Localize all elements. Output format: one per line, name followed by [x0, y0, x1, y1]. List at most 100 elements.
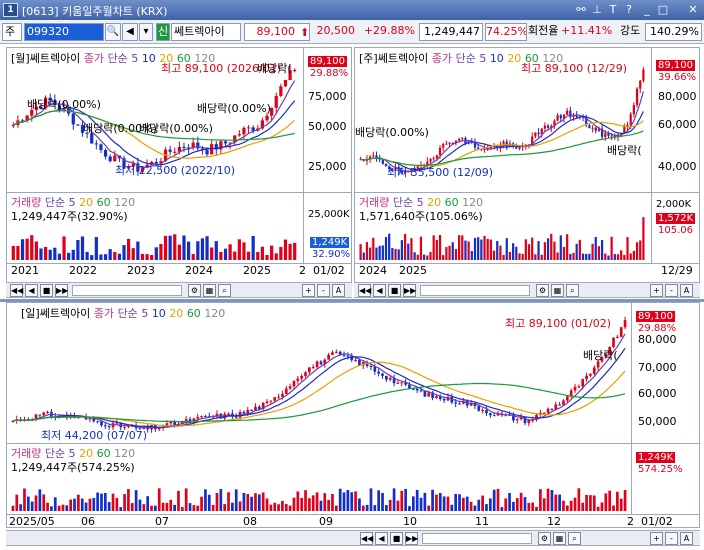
volume-bar [130, 503, 134, 511]
weekly-zoom-in-button[interactable]: + [650, 284, 663, 297]
candle-body [100, 421, 103, 426]
volume-bar [457, 235, 461, 260]
monthly-scroll-prev-button[interactable]: ◀ [25, 284, 38, 297]
volume-bar [462, 497, 465, 511]
volume-bar [71, 249, 75, 260]
volume-bar [519, 492, 523, 511]
weekly-scroll-next-button[interactable]: ▶▶ [403, 284, 416, 297]
volume-bar [639, 240, 642, 260]
daily-scrollbar[interactable] [422, 533, 532, 544]
candle-body [629, 114, 632, 125]
volume-bar [342, 492, 346, 511]
daily-ma20: 20 [169, 307, 184, 320]
volume-bar [577, 488, 581, 511]
weekly-gear-icon[interactable]: ⚙ [536, 284, 549, 297]
volume-bar [293, 242, 297, 260]
daily-chart-canvas[interactable] [7, 303, 700, 528]
candle-body [300, 375, 304, 379]
help-icon[interactable]: ? [622, 2, 636, 17]
weekly-scrollbar[interactable] [420, 285, 530, 296]
volume-bar [426, 255, 429, 260]
daily-zoom-in-button[interactable]: + [650, 532, 663, 545]
volume-bar [512, 501, 515, 511]
candle-body [558, 404, 561, 406]
weekly-scroll-first-button[interactable]: ◀◀ [358, 284, 371, 297]
daily-stop-button[interactable]: ■ [390, 532, 403, 545]
volume-bar [575, 243, 578, 260]
volume-bar [626, 237, 629, 260]
monthly-scroll-first-button[interactable]: ◀◀ [10, 284, 23, 297]
monthly-zoom-in-button[interactable]: + [302, 284, 315, 297]
daily-scroll-first-button[interactable]: ◀◀ [360, 532, 373, 545]
volume-bar [34, 241, 38, 260]
monthly-chart-icon[interactable]: ▦ [203, 284, 216, 297]
volume-bar [581, 253, 585, 260]
monthly-vol-rate: 32.90% [312, 249, 351, 260]
volume-bar [515, 498, 519, 511]
pin-icon[interactable]: ⊥ [590, 2, 604, 17]
daily-scroll-prev-button[interactable]: ◀ [375, 532, 388, 545]
candle-body [385, 375, 388, 380]
candle-body [284, 388, 288, 395]
search-icon[interactable]: 🔍 [105, 23, 121, 41]
volume-bar [61, 504, 65, 511]
monthly-ma10: 10 [141, 52, 156, 65]
link-icon[interactable]: ⚯ [574, 2, 588, 17]
speaker-icon[interactable]: ◀ [122, 23, 138, 41]
weekly-price-box: 89,100 [656, 60, 695, 71]
volume-bar [423, 492, 427, 511]
monthly-dividend-3: 배당락(0.00%) [139, 122, 213, 135]
monthly-xtick-2025: 2025 [243, 264, 271, 277]
weekly-zoom-out-button[interactable]: - [665, 284, 678, 297]
weekly-chart-icon[interactable]: ▦ [551, 284, 564, 297]
daily-ytick-50000: 50,000 [638, 415, 677, 428]
volume-bar [588, 253, 591, 260]
monthly-stop-button[interactable]: ■ [40, 284, 53, 297]
daily-search-icon[interactable]: ⌕ [568, 532, 581, 545]
weekly-scroll-prev-button[interactable]: ◀ [373, 284, 386, 297]
daily-auto-button[interactable]: A [680, 532, 693, 545]
volume-bar [527, 502, 531, 511]
volume-bar [531, 237, 534, 260]
candle-body [227, 413, 230, 415]
weekly-auto-button[interactable]: A [680, 284, 693, 297]
volume-bar [103, 254, 108, 260]
weekly-search-icon[interactable]: ⌕ [566, 284, 579, 297]
font-icon[interactable]: T [606, 2, 620, 17]
monthly-gear-icon[interactable]: ⚙ [188, 284, 201, 297]
volume-bar [562, 246, 566, 260]
daily-chart-icon[interactable]: ▦ [553, 532, 566, 545]
close-icon[interactable]: ✕ [686, 2, 700, 17]
window-number-icon: 1 [3, 3, 18, 17]
volume-bar [354, 491, 357, 511]
volume-bar [483, 235, 486, 260]
volume-bar [604, 253, 607, 260]
volume-bar [265, 254, 269, 260]
monthly-search-icon[interactable]: ⌕ [218, 284, 231, 297]
monthly-scroll-next-button[interactable]: ▶▶ [55, 284, 68, 297]
daily-zoom-out-button[interactable]: - [665, 532, 678, 545]
candle-body [438, 147, 442, 156]
market-select[interactable]: 주 [2, 23, 22, 41]
stock-code-input[interactable]: 099320 [24, 23, 104, 41]
daily-xtick-06: 06 [81, 515, 95, 528]
volume-bar [90, 255, 94, 260]
volume-bar [446, 496, 450, 511]
candle-body [234, 416, 238, 418]
daily-scroll-next-button[interactable]: ▶▶ [405, 532, 418, 545]
monthly-control-bar: ◀◀ ◀ ■ ▶▶ ⚙ ▦ ⌕ + - A [6, 282, 352, 298]
weekly-stop-button[interactable]: ■ [388, 284, 401, 297]
minimize-icon[interactable]: _ [640, 2, 654, 17]
volume-bar [76, 240, 80, 260]
monthly-auto-button[interactable]: A [332, 284, 345, 297]
volume-bar [219, 251, 223, 260]
candle-body [293, 70, 297, 72]
monthly-scrollbar[interactable] [72, 285, 182, 296]
maximize-icon[interactable]: □ [656, 2, 670, 17]
candle-body [581, 379, 585, 387]
volume-bar [273, 502, 277, 511]
dropdown-icon[interactable]: ▾ [139, 23, 153, 41]
candle-body [477, 405, 481, 411]
monthly-zoom-out-button[interactable]: - [317, 284, 330, 297]
daily-gear-icon[interactable]: ⚙ [538, 532, 551, 545]
